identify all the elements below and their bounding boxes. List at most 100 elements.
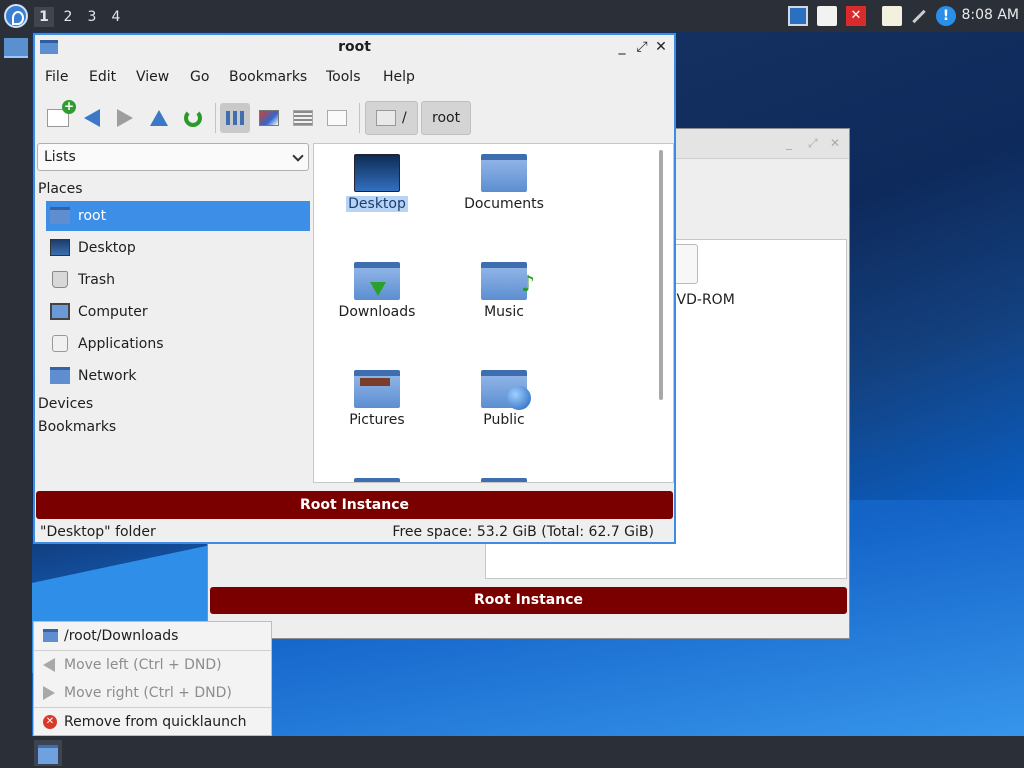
menu-item-label: Move right (Ctrl + DND) — [64, 685, 232, 701]
new-tab-button[interactable] — [43, 100, 76, 133]
menubar: File Edit View Go Bookmarks Tools Help — [35, 65, 674, 91]
public-folder-icon — [481, 370, 531, 410]
icon-view-button[interactable] — [220, 103, 250, 133]
file-item-downloads[interactable]: Downloads — [317, 262, 437, 320]
home-folder-icon — [50, 207, 70, 224]
close-icon[interactable]: ✕ — [830, 137, 842, 149]
file-manager-window[interactable]: root _ ⤢ ✕ File Edit View Go Bookmarks T… — [33, 33, 676, 544]
top-panel: 1 2 3 4 ✕ ! 8:08 AM — [0, 0, 1024, 32]
thumbnail-view-icon — [259, 110, 279, 126]
menu-help[interactable]: Help — [383, 69, 415, 85]
icon-view-icon — [226, 111, 244, 125]
file-manager-task-icon[interactable] — [4, 38, 28, 58]
file-item-partial[interactable] — [317, 478, 437, 482]
back-button[interactable] — [77, 103, 107, 133]
menu-item-move-left[interactable]: Move left (Ctrl + DND) — [34, 651, 271, 679]
file-item-music[interactable]: Music — [444, 262, 564, 320]
file-label: Public — [483, 412, 525, 428]
devices-header[interactable]: Devices — [38, 396, 93, 412]
sidebar-item-label: Computer — [78, 304, 148, 320]
file-view[interactable]: Desktop Documents Downloads Music Pictur… — [313, 143, 674, 483]
workspace-2[interactable]: 2 — [58, 7, 78, 27]
drive-label[interactable]: DVD-ROM — [666, 292, 735, 308]
file-label: Music — [484, 304, 524, 320]
sidebar-item-label: Trash — [78, 272, 115, 288]
file-label: Downloads — [338, 304, 416, 320]
breadcrumb-root-drive[interactable]: / — [365, 101, 418, 135]
file-item-public[interactable]: Public — [444, 370, 564, 428]
bottom-panel — [0, 736, 1024, 768]
close-icon[interactable]: ✕ — [652, 38, 670, 56]
statusbar: "Desktop" folder Free space: 53.2 GiB (T… — [35, 522, 674, 544]
titlebar[interactable]: root _ ⤢ ✕ — [35, 35, 674, 61]
side-pane-mode-label: Lists — [44, 149, 76, 165]
menu-bookmarks[interactable]: Bookmarks — [229, 69, 307, 85]
breadcrumb-root[interactable]: root — [421, 101, 472, 135]
file-item-desktop[interactable]: Desktop — [317, 154, 437, 212]
sidebar-item-applications[interactable]: Applications — [46, 329, 310, 359]
sidebar-item-desktop[interactable]: Desktop — [46, 233, 310, 263]
clock[interactable]: 8:08 AM — [961, 7, 1019, 23]
detailed-view-button[interactable] — [322, 103, 352, 133]
folder-icon — [481, 478, 527, 482]
minimize-icon[interactable]: _ — [613, 38, 631, 56]
music-folder-icon — [481, 262, 535, 300]
detailed-view-icon — [327, 110, 347, 126]
file-label: Pictures — [349, 412, 405, 428]
remove-icon: ✕ — [43, 715, 57, 729]
places-header[interactable]: Places — [38, 181, 83, 197]
sidebar-item-computer[interactable]: Computer — [46, 297, 310, 327]
workspace-3[interactable]: 3 — [82, 7, 102, 27]
clipboard-icon[interactable] — [882, 6, 902, 26]
menu-view[interactable]: View — [136, 69, 169, 85]
menu-file[interactable]: File — [45, 69, 68, 85]
file-manager-quicklaunch-icon[interactable] — [34, 740, 62, 766]
menu-edit[interactable]: Edit — [89, 69, 116, 85]
maximize-icon[interactable]: ⤢ — [633, 38, 651, 56]
sidebar-item-trash[interactable]: Trash — [46, 265, 310, 295]
forward-button[interactable] — [110, 103, 140, 133]
close-app-icon[interactable]: ✕ — [846, 6, 866, 26]
menu-item-remove-quicklaunch[interactable]: ✕ Remove from quicklaunch — [34, 708, 271, 736]
menu-item-open-downloads[interactable]: /root/Downloads — [34, 622, 271, 650]
arrow-left-icon — [43, 658, 55, 672]
info-icon[interactable]: ! — [936, 6, 956, 26]
app-menu-button[interactable] — [4, 4, 28, 28]
notes-icon[interactable] — [817, 6, 837, 26]
status-selection: "Desktop" folder — [40, 524, 156, 540]
desktop-icon — [50, 239, 70, 256]
workspace-1[interactable]: 1 — [34, 7, 54, 27]
reload-button[interactable] — [178, 103, 208, 133]
up-button[interactable] — [144, 103, 174, 133]
toolbar-separator — [215, 103, 216, 133]
downloads-folder-icon — [354, 262, 400, 300]
file-item-partial[interactable] — [444, 478, 564, 482]
display-icon[interactable] — [788, 6, 808, 26]
menu-tools[interactable]: Tools — [326, 69, 361, 85]
menu-item-label: /root/Downloads — [64, 628, 179, 644]
minimize-icon[interactable]: _ — [786, 137, 798, 149]
computer-icon — [50, 303, 70, 320]
menu-item-move-right[interactable]: Move right (Ctrl + DND) — [34, 679, 271, 707]
workspace-4[interactable]: 4 — [106, 7, 126, 27]
bookmarks-header[interactable]: Bookmarks — [38, 419, 116, 435]
arrow-up-icon — [150, 110, 168, 126]
root-instance-banner: Root Instance — [36, 491, 673, 519]
quicklaunch-context-menu: /root/Downloads Move left (Ctrl + DND) M… — [33, 621, 272, 736]
thumbnail-view-button[interactable] — [254, 103, 284, 133]
network-icon[interactable] — [909, 6, 929, 26]
sidebar-item-network[interactable]: Network — [46, 361, 310, 391]
compact-view-button[interactable] — [288, 103, 318, 133]
vertical-scrollbar[interactable] — [659, 150, 663, 400]
file-item-pictures[interactable]: Pictures — [317, 370, 437, 428]
maximize-icon[interactable]: ⤢ — [808, 137, 820, 149]
menu-go[interactable]: Go — [190, 69, 209, 85]
left-taskbar — [0, 32, 32, 736]
root-instance-banner: Root Instance — [210, 587, 847, 614]
file-item-documents[interactable]: Documents — [444, 154, 564, 212]
toolbar: / root — [35, 97, 674, 137]
documents-folder-icon — [481, 154, 527, 192]
sidebar-item-root[interactable]: root — [46, 201, 310, 231]
compact-view-icon — [293, 110, 313, 126]
side-pane-mode-select[interactable]: Lists — [37, 143, 309, 171]
